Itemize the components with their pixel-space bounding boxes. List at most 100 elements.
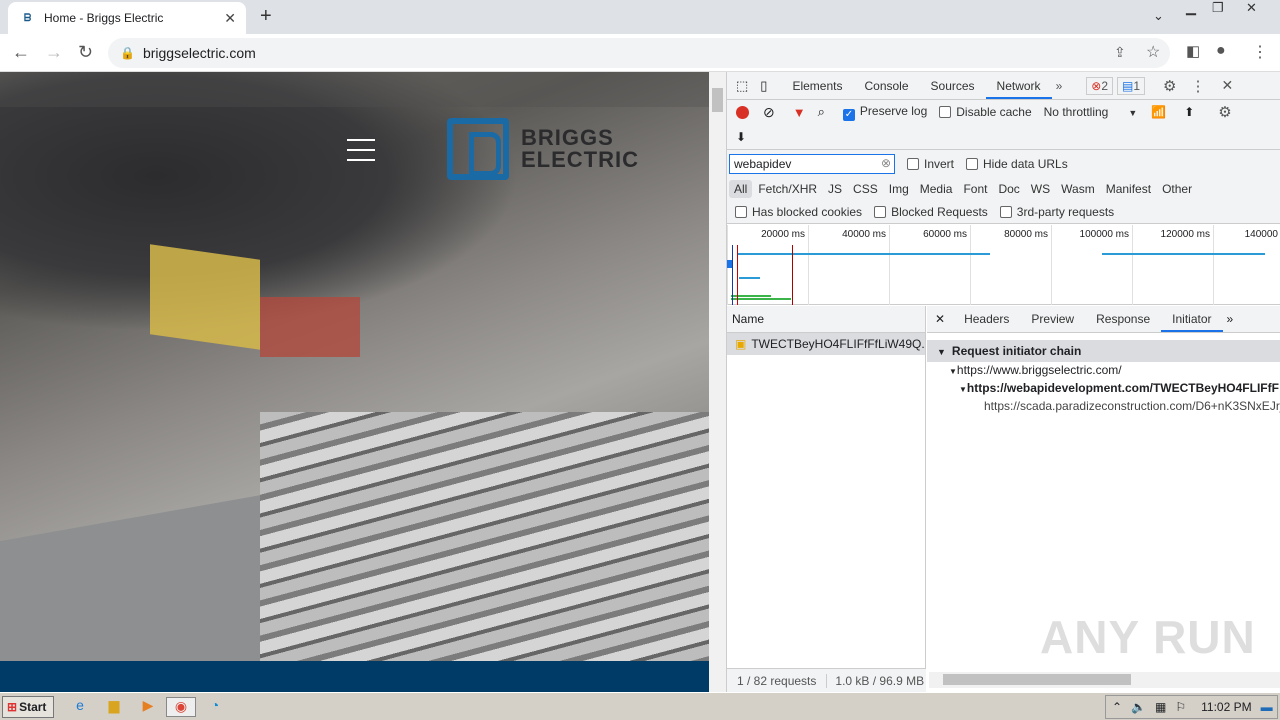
disable-cache-label: Disable cache xyxy=(956,105,1032,119)
chrome-icon[interactable]: ◉ xyxy=(166,697,196,717)
import-har-icon[interactable]: ⬆ xyxy=(1184,105,1194,119)
network-conditions-icon[interactable]: 📶 xyxy=(1151,105,1166,119)
close-devtools-icon[interactable]: ✕ xyxy=(1221,77,1233,94)
site-logo[interactable]: BRIGGS ELECTRIC xyxy=(447,118,639,180)
type-filter-css[interactable]: CSS xyxy=(848,180,883,198)
tab-response[interactable]: Response xyxy=(1085,306,1161,332)
tab-search-icon[interactable]: ⌄ xyxy=(1153,8,1164,24)
type-filter-manifest[interactable]: Manifest xyxy=(1101,180,1156,198)
back-icon[interactable]: ← xyxy=(12,42,30,63)
show-desktop-icon[interactable]: ▬ xyxy=(1261,700,1273,714)
tab-sources[interactable]: Sources xyxy=(920,73,986,99)
network-settings-icon[interactable]: ⚙ xyxy=(1218,103,1231,121)
initiator-chain: ▼https://www.briggselectric.com/ ▼https:… xyxy=(927,362,1280,414)
scrollbar-thumb[interactable] xyxy=(712,88,723,112)
more-tabs-icon[interactable]: » xyxy=(1227,312,1234,326)
type-filter-media[interactable]: Media xyxy=(915,180,958,198)
hero-image-detail xyxy=(260,297,360,357)
tab-headers[interactable]: Headers xyxy=(953,306,1020,332)
menu-icon[interactable]: ⋮ xyxy=(1252,42,1268,62)
bookmark-star-icon[interactable]: ☆ xyxy=(1146,42,1160,62)
chain-url: https://webapidevelopment.com/TWECTBeyHO… xyxy=(966,381,1279,395)
device-toolbar-icon[interactable]: ▯ xyxy=(760,78,767,94)
export-har-icon[interactable]: ⬇ xyxy=(736,130,746,144)
more-tabs-icon[interactable]: » xyxy=(1056,79,1063,93)
filter-input[interactable]: webapidev ⊗ xyxy=(729,154,895,174)
restore-button[interactable]: ❐ xyxy=(1212,0,1224,16)
reload-icon[interactable]: ↻ xyxy=(78,42,93,63)
timeline-bar xyxy=(737,253,990,255)
tab-title: Home - Briggs Electric xyxy=(44,11,164,25)
settings-gear-icon[interactable]: ⚙ xyxy=(1163,77,1176,95)
start-button[interactable]: ⊞ Start xyxy=(2,696,54,718)
hide-data-urls-checkbox[interactable]: Hide data URLs xyxy=(966,157,1080,171)
type-filter-fetchxhr[interactable]: Fetch/XHR xyxy=(753,180,822,198)
scrollbar-thumb[interactable] xyxy=(943,674,1131,685)
disable-cache-checkbox[interactable]: Disable cache xyxy=(939,105,1043,119)
profile-icon[interactable]: ● xyxy=(1216,42,1226,60)
new-tab-button[interactable]: + xyxy=(260,5,272,28)
clear-icon[interactable]: ⊘ xyxy=(763,104,775,121)
type-filter-font[interactable]: Font xyxy=(958,180,992,198)
clock[interactable]: 11:02 PM xyxy=(1201,700,1251,714)
tab-preview[interactable]: Preview xyxy=(1020,306,1085,332)
more-options-icon[interactable]: ⋮ xyxy=(1190,77,1205,95)
throttling-select[interactable]: No throttling ▼ xyxy=(1044,105,1138,119)
request-row[interactable]: ▣ TWECTBeyHO4FLIFfFfLiW49Q... xyxy=(727,333,925,355)
type-filter-doc[interactable]: Doc xyxy=(993,180,1024,198)
record-icon[interactable] xyxy=(736,105,749,119)
filter-icon[interactable]: ▼ xyxy=(793,105,806,120)
show-hidden-icons[interactable]: ⌃ xyxy=(1112,700,1122,714)
tab-console[interactable]: Console xyxy=(853,73,919,99)
tab-initiator[interactable]: Initiator xyxy=(1161,306,1223,332)
close-tab-icon[interactable]: ✕ xyxy=(224,10,236,27)
explorer-icon[interactable]: ▆ xyxy=(103,697,125,717)
media-player-icon[interactable]: ▶ xyxy=(137,697,159,717)
type-filter-js[interactable]: JS xyxy=(823,180,847,198)
network-icon[interactable]: ▦ xyxy=(1155,700,1166,714)
type-filter-ws[interactable]: WS xyxy=(1026,180,1055,198)
action-center-flag-icon[interactable]: ⚐ xyxy=(1175,700,1186,714)
share-icon[interactable]: ⇪ xyxy=(1114,44,1126,61)
volume-icon[interactable]: 🔈 xyxy=(1131,700,1146,714)
page-scrollbar[interactable] xyxy=(709,72,726,692)
browser-tab[interactable]: ᗷ Home - Briggs Electric ✕ xyxy=(8,2,246,34)
chain-item[interactable]: ▼https://www.briggselectric.com/ xyxy=(949,362,1280,380)
message-badge[interactable]: ▤1 xyxy=(1117,76,1146,95)
initiator-section-header[interactable]: ▼ Request initiator chain xyxy=(927,340,1280,362)
type-filter-img[interactable]: Img xyxy=(884,180,914,198)
timeline-tick: 100000 ms xyxy=(1051,225,1132,305)
address-bar[interactable]: 🔒 briggselectric.com xyxy=(108,38,1170,68)
error-badge[interactable]: ⊗2 xyxy=(1086,76,1113,95)
forward-icon[interactable]: → xyxy=(45,42,63,63)
hamburger-menu-icon[interactable] xyxy=(347,139,375,169)
edge-icon[interactable]: ◔ xyxy=(204,697,226,717)
minimize-button[interactable]: ▁ xyxy=(1186,0,1196,16)
invert-checkbox[interactable]: Invert xyxy=(907,157,966,171)
chain-item[interactable]: https://scada.paradizeconstruction.com/D… xyxy=(949,398,1280,414)
ie-icon[interactable]: e xyxy=(69,697,91,717)
tab-elements[interactable]: Elements xyxy=(781,73,853,99)
type-filter-wasm[interactable]: Wasm xyxy=(1056,180,1100,198)
preserve-log-checkbox[interactable]: ✓ Preserve log xyxy=(842,103,939,121)
type-filter-other[interactable]: Other xyxy=(1157,180,1197,198)
tab-network[interactable]: Network xyxy=(985,73,1052,99)
type-filter-all[interactable]: All xyxy=(729,180,753,198)
clear-filter-icon[interactable]: ⊗ xyxy=(881,156,891,170)
blocked-requests-checkbox[interactable]: Blocked Requests xyxy=(874,205,1000,219)
third-party-checkbox[interactable]: 3rd-party requests xyxy=(999,205,1126,219)
load-line xyxy=(792,245,793,305)
side-panel-icon[interactable]: ◧ xyxy=(1186,42,1200,60)
close-window-button[interactable]: ✕ xyxy=(1246,0,1257,16)
network-overview-timeline[interactable]: 20000 ms 40000 ms 60000 ms 80000 ms 1000… xyxy=(727,225,1280,305)
horizontal-scrollbar[interactable] xyxy=(929,672,1280,688)
has-blocked-cookies-checkbox[interactable]: Has blocked cookies xyxy=(735,205,874,219)
chain-item[interactable]: ▼https://webapidevelopment.com/TWECTBeyH… xyxy=(949,380,1280,398)
close-details-icon[interactable]: ✕ xyxy=(935,312,945,326)
request-count: 1 / 82 requests xyxy=(727,673,828,688)
search-icon[interactable]: ⌕ xyxy=(818,104,825,120)
checkbox-label: 3rd-party requests xyxy=(1016,205,1115,219)
preserve-log-label: Preserve log xyxy=(859,103,928,118)
name-column-header[interactable]: Name xyxy=(727,306,925,333)
inspect-icon[interactable]: ⬚ xyxy=(736,78,748,94)
